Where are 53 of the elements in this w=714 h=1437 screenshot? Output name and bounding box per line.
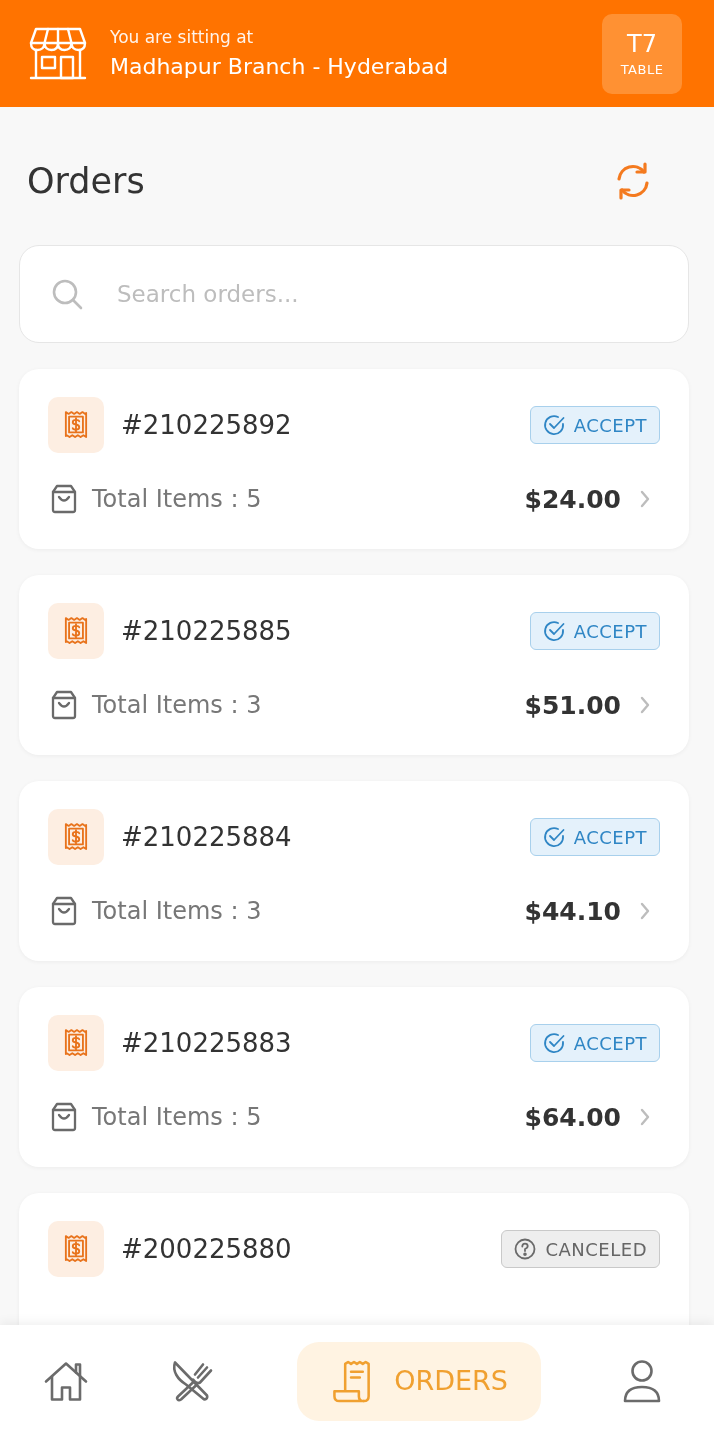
order-number: #210225883: [121, 1028, 292, 1058]
storefront-icon: [28, 25, 88, 82]
house-icon: [43, 1359, 89, 1403]
order-card[interactable]: #200225880 CANCELED: [19, 1193, 689, 1325]
check-circle-icon: [542, 620, 565, 642]
chevron-right-icon: [640, 1108, 650, 1126]
order-number: #200225880: [121, 1234, 292, 1264]
order-total: $44.10: [524, 896, 621, 926]
dollar-receipt-icon: [48, 809, 104, 865]
check-circle-icon: [542, 1032, 565, 1054]
question-circle-icon: [514, 1238, 537, 1260]
order-card[interactable]: #210225885 ACCEPT Total Items : 3 $51.00: [19, 575, 689, 755]
status-text: ACCEPT: [573, 1032, 647, 1054]
chevron-right-icon: [640, 696, 650, 714]
table-label: TABLE: [620, 60, 664, 79]
dollar-receipt-icon: [48, 397, 104, 453]
status-text: ACCEPT: [573, 826, 647, 848]
order-card[interactable]: #210225884 ACCEPT Total Items : 3 $44.10: [19, 781, 689, 961]
table-number: T7: [627, 28, 657, 59]
location-caption: You are sitting at: [110, 26, 255, 48]
search-field[interactable]: Search orders...: [19, 245, 689, 343]
item-count: Total Items : 5: [92, 1103, 262, 1131]
chevron-right-icon: [640, 902, 650, 920]
dollar-receipt-icon: [48, 603, 104, 659]
page-title: Orders: [27, 161, 145, 201]
chevron-right-icon: [640, 490, 650, 508]
branch-name: Madhapur Branch - Hyderabad: [110, 53, 449, 81]
dollar-receipt-icon: [48, 1015, 104, 1071]
status-text: ACCEPT: [573, 414, 647, 436]
status-text: CANCELED: [545, 1238, 647, 1260]
order-number: #210225884: [121, 822, 292, 852]
home-tab[interactable]: [43, 1359, 89, 1403]
item-count: Total Items : 3: [92, 691, 262, 719]
item-count: Total Items : 5: [92, 485, 262, 513]
profile-tab[interactable]: [622, 1359, 662, 1403]
order-total: $24.00: [524, 484, 621, 514]
order-number: #210225892: [121, 410, 292, 440]
order-card[interactable]: #210225892 ACCEPT Total Items : 5 $24.00: [19, 369, 689, 549]
order-number: #210225885: [121, 616, 292, 646]
shopping-bag-icon: [50, 484, 78, 514]
dollar-receipt-icon: [48, 1221, 104, 1277]
check-circle-icon: [542, 414, 565, 436]
order-total: $51.00: [524, 690, 621, 720]
item-count: Total Items : 3: [92, 897, 262, 925]
status-text: ACCEPT: [573, 620, 647, 642]
person-icon: [622, 1359, 662, 1403]
shopping-bag-icon: [50, 896, 78, 926]
shopping-bag-icon: [50, 690, 78, 720]
order-card[interactable]: #210225883 ACCEPT Total Items : 5 $64.00: [19, 987, 689, 1167]
order-total: $64.00: [524, 1102, 621, 1132]
search-icon: [51, 278, 83, 310]
check-circle-icon: [542, 826, 565, 848]
shopping-bag-icon: [50, 1102, 78, 1132]
